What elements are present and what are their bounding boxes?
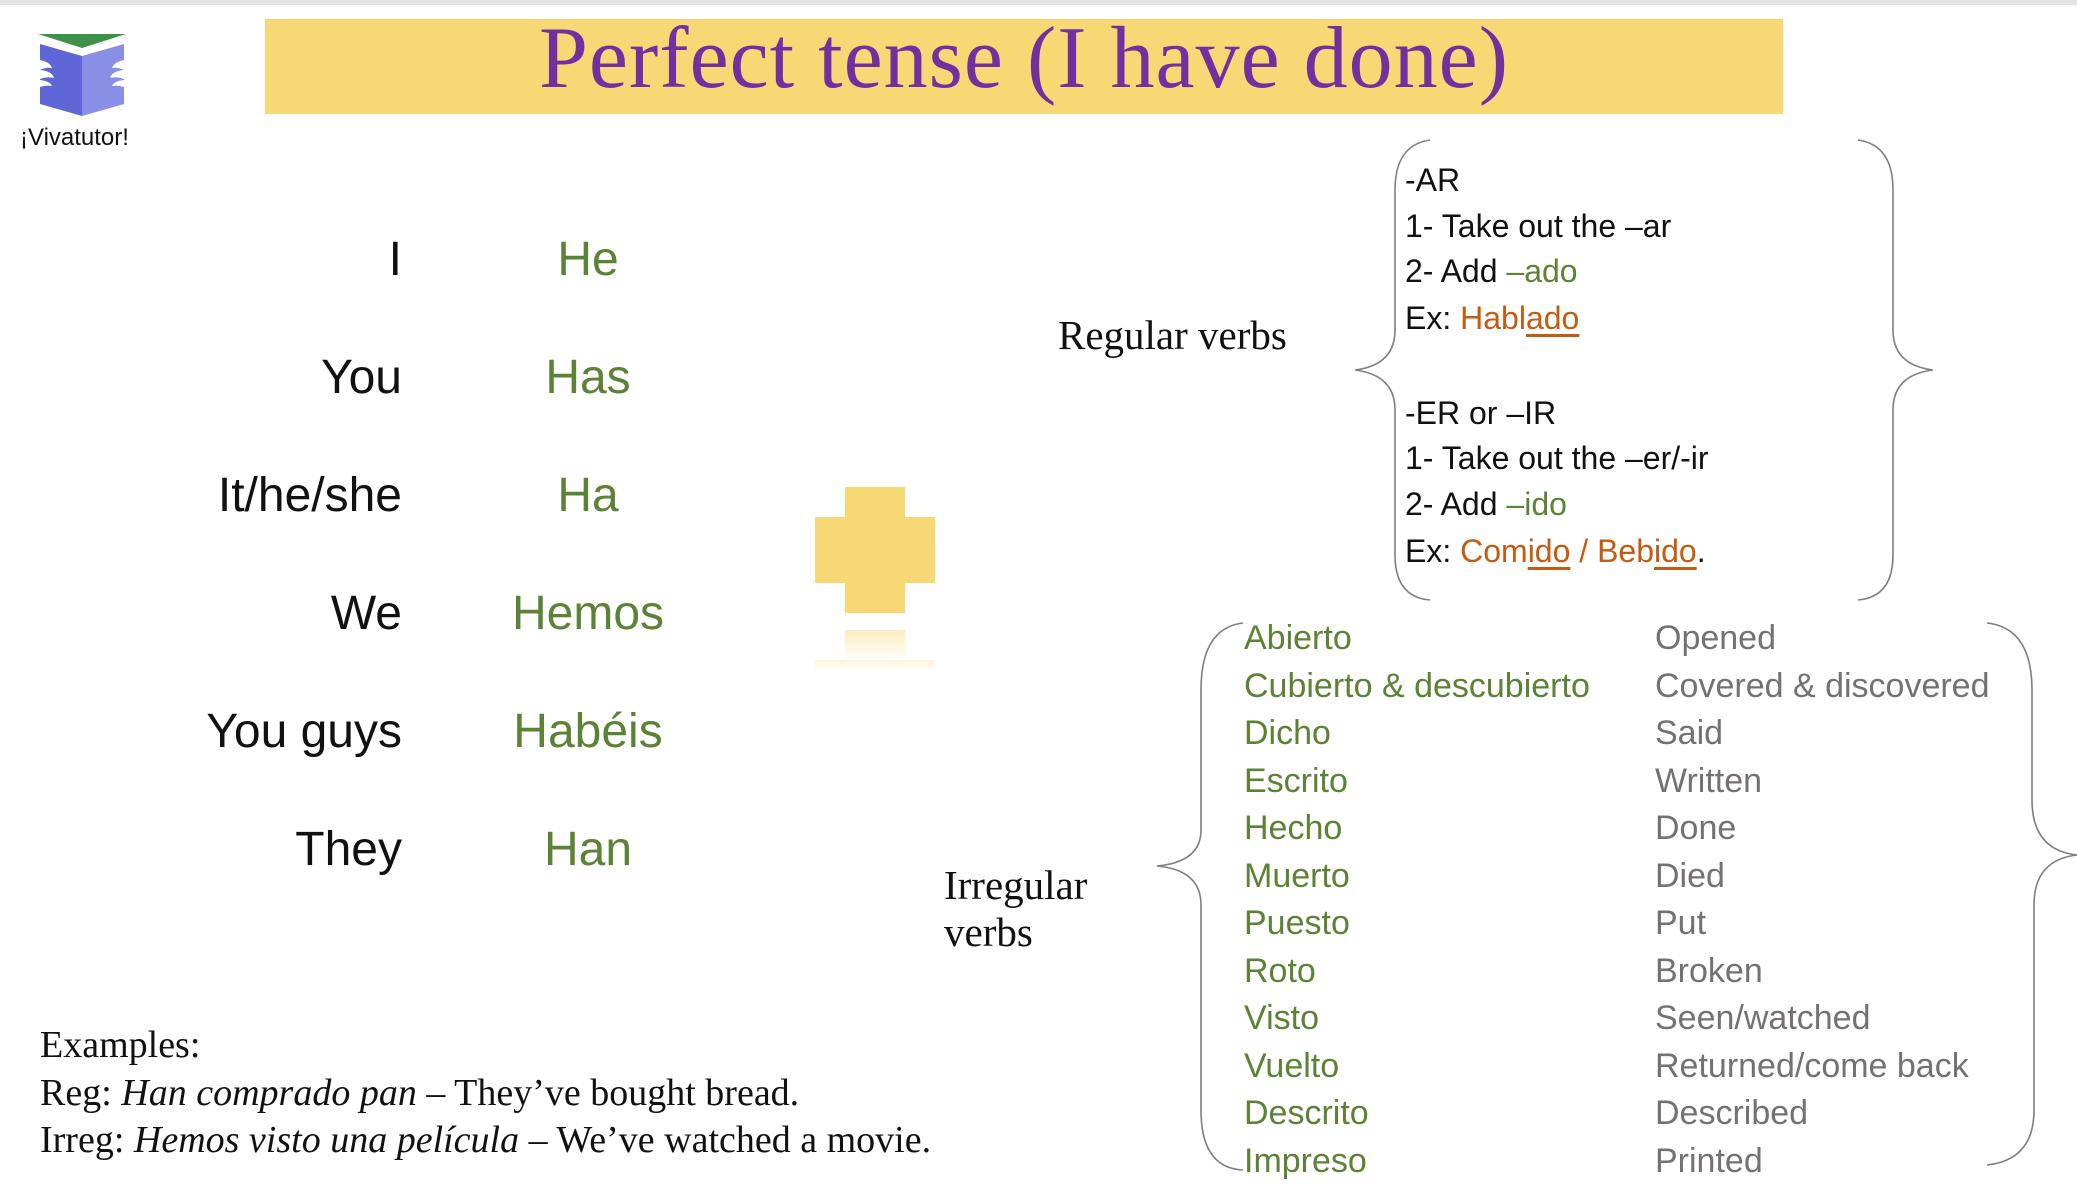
irregular-translation: Covered & discovered <box>1655 667 1990 705</box>
irregular-translation: Described <box>1655 1094 1809 1132</box>
irregular-example: Irreg: Hemos visto una película – We’ve … <box>40 1117 931 1163</box>
irregular-verb: Cubierto & descubierto <box>1244 667 1590 705</box>
irregular-verb: Vuelto <box>1244 1047 1340 1085</box>
irregular-verb: Impreso <box>1244 1142 1367 1180</box>
irregular-verb: Escrito <box>1244 762 1348 800</box>
irregular-example-spanish: Hemos visto una película <box>133 1119 520 1161</box>
regular-example: Reg: Han comprado pan – They’ve bought b… <box>40 1070 799 1116</box>
examples-heading: Examples: <box>40 1024 201 1066</box>
irregular-verb: Abierto <box>1244 619 1352 657</box>
irregular-translation: Written <box>1655 762 1763 800</box>
regular-example-spanish: Han comprado pan <box>121 1072 417 1114</box>
irregular-translation: Died <box>1655 857 1725 895</box>
irregular-translation: Put <box>1655 904 1707 942</box>
regular-example-prefix: Reg: <box>40 1072 122 1114</box>
irregular-verb: Muerto <box>1244 857 1350 895</box>
irregular-verb: Hecho <box>1244 809 1343 847</box>
regular-example-english: – They’ve bought bread. <box>416 1072 800 1114</box>
irregular-translation: Returned/come back <box>1655 1047 1969 1085</box>
irregular-translation: Done <box>1655 809 1737 847</box>
irregular-translation: Broken <box>1655 952 1763 990</box>
irregular-verb: Dicho <box>1244 714 1331 752</box>
irregular-verb: Puesto <box>1244 904 1350 942</box>
irregular-translation: Printed <box>1655 1142 1763 1180</box>
irregular-example-english: – We’ve watched a movie. <box>519 1119 932 1161</box>
irregular-translation: Seen/watched <box>1655 999 1871 1037</box>
irregular-verb: Descrito <box>1244 1094 1369 1132</box>
irregular-translation: Said <box>1655 714 1724 752</box>
irregular-translation: Opened <box>1655 619 1776 657</box>
irregular-verb: Roto <box>1244 952 1316 990</box>
irregular-example-prefix: Irreg: <box>40 1119 134 1161</box>
irregular-verb: Visto <box>1244 999 1319 1037</box>
